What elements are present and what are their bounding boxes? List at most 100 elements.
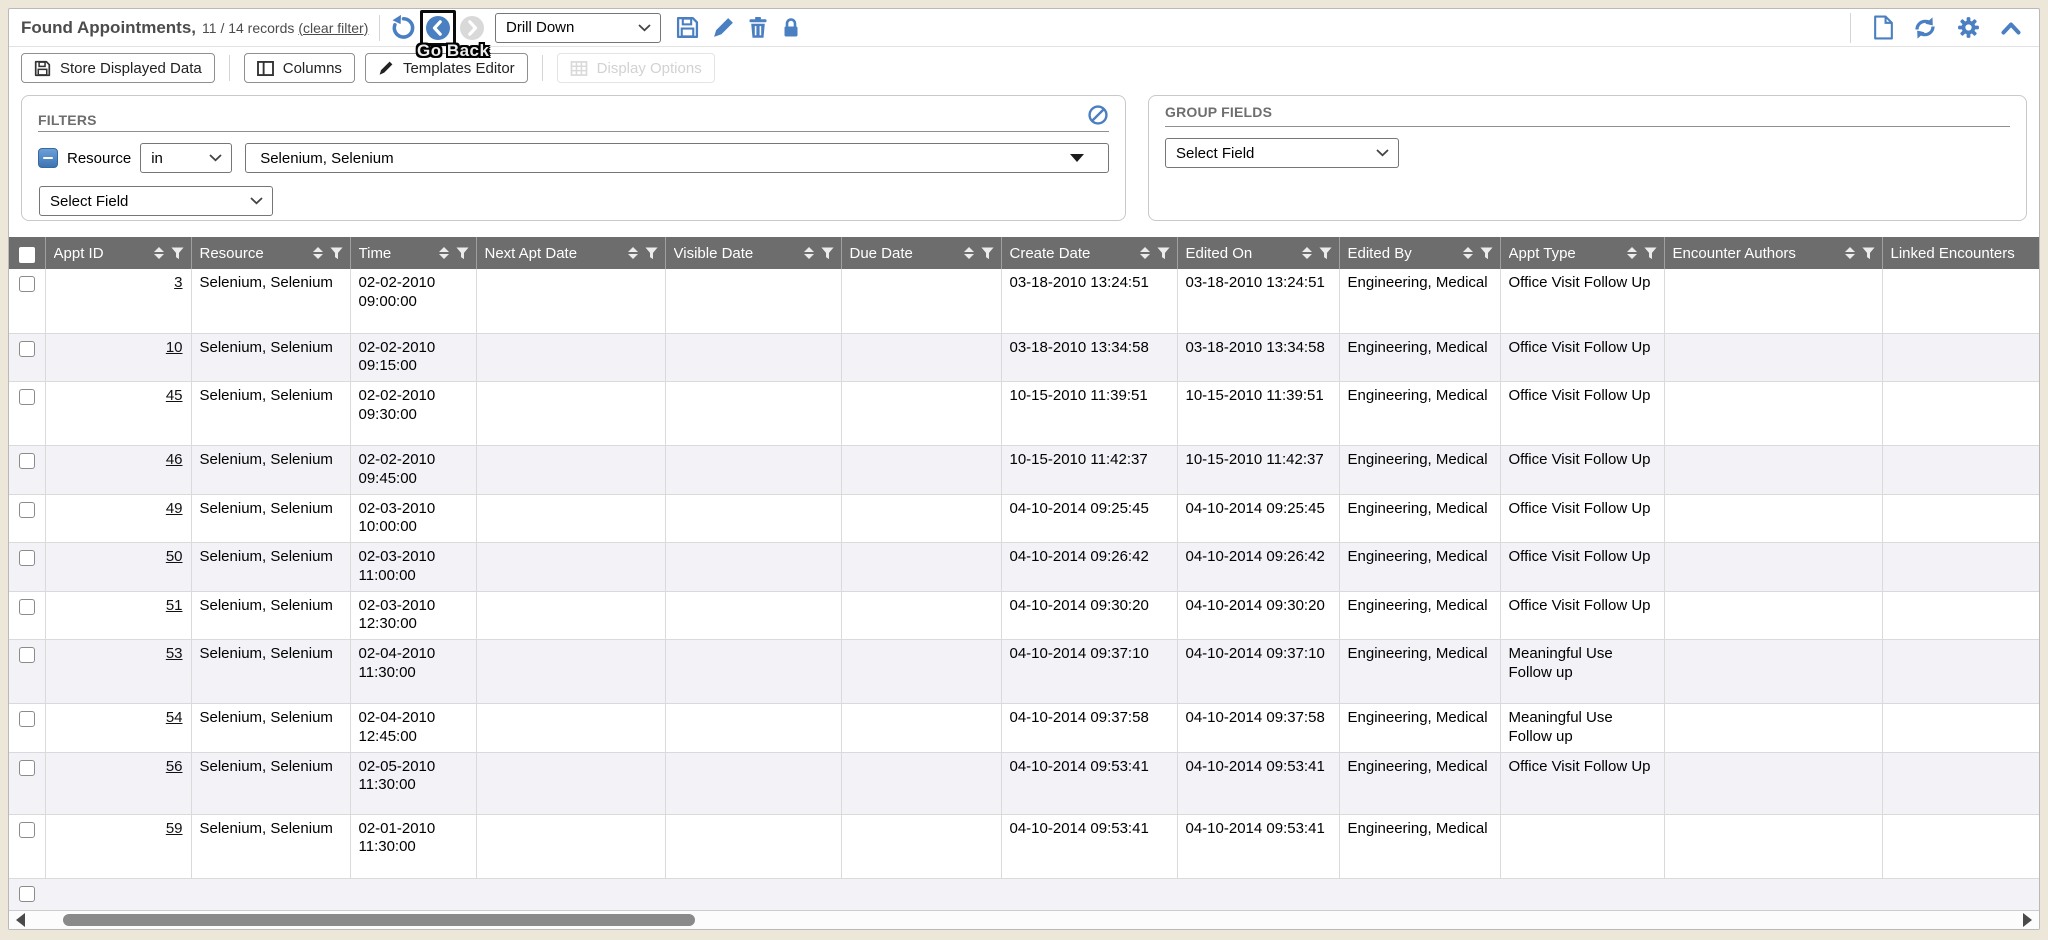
store-displayed-data-button[interactable]: Store Displayed Data — [21, 53, 215, 83]
templates-editor-label: Templates Editor — [403, 60, 515, 77]
filter-value-dropdown[interactable]: Selenium, Selenium — [245, 143, 1109, 173]
edit-template-button[interactable] — [712, 16, 735, 39]
add-filter-field-select[interactable]: Select Field — [39, 186, 273, 216]
display-options-button: Display Options — [557, 53, 715, 83]
column-header-resource[interactable]: Resource — [191, 237, 350, 269]
row-checkbox[interactable] — [19, 886, 35, 902]
sort-icon[interactable] — [804, 247, 814, 259]
table-row: 46Selenium, Selenium02-02-2010 09:45:001… — [9, 446, 2039, 495]
cell-visible_date — [665, 591, 841, 640]
appt-id-link[interactable]: 46 — [166, 451, 183, 468]
column-header-due_date[interactable]: Due Date — [841, 237, 1001, 269]
select-all-header[interactable] — [9, 237, 45, 269]
delete-template-button[interactable] — [748, 16, 768, 39]
appt-id-link[interactable]: 51 — [166, 597, 183, 614]
filter-funnel-icon[interactable] — [1157, 247, 1170, 260]
refresh-button[interactable] — [1912, 15, 1938, 41]
cell-due_date — [841, 543, 1001, 592]
sort-icon[interactable] — [1627, 247, 1637, 259]
filter-funnel-icon[interactable] — [1319, 247, 1332, 260]
row-checkbox[interactable] — [19, 822, 35, 838]
appt-id-link[interactable]: 3 — [174, 274, 182, 291]
row-checkbox[interactable] — [19, 760, 35, 776]
save-template-button[interactable] — [676, 16, 699, 39]
filter-funnel-icon[interactable] — [1862, 247, 1875, 260]
filter-funnel-icon[interactable] — [330, 247, 343, 260]
filter-funnel-icon[interactable] — [1644, 247, 1657, 260]
row-checkbox[interactable] — [19, 389, 35, 405]
scroll-left-arrow[interactable] — [16, 913, 25, 927]
appt-id-link[interactable]: 49 — [166, 500, 183, 517]
filter-funnel-icon[interactable] — [171, 247, 184, 260]
cell-appt_type — [1500, 814, 1664, 878]
column-header-id[interactable]: Appt ID — [45, 237, 191, 269]
lock-template-button[interactable] — [781, 16, 801, 39]
column-header-appt_type[interactable]: Appt Type — [1500, 237, 1664, 269]
appt-id-link[interactable]: 45 — [166, 387, 183, 404]
column-header-next_apt_date[interactable]: Next Apt Date — [476, 237, 665, 269]
appt-id-link[interactable]: 54 — [166, 709, 183, 726]
row-checkbox[interactable] — [19, 647, 35, 663]
sort-icon[interactable] — [628, 247, 638, 259]
row-checkbox[interactable] — [19, 599, 35, 615]
filter-funnel-icon[interactable] — [981, 247, 994, 260]
sort-icon[interactable] — [1845, 247, 1855, 259]
sort-icon[interactable] — [964, 247, 974, 259]
filter-operator-select[interactable]: in — [140, 143, 232, 173]
group-field-select[interactable]: Select Field — [1165, 138, 1399, 168]
template-select[interactable]: Drill Down — [495, 13, 661, 43]
collapse-button[interactable] — [1999, 16, 2023, 40]
column-header-visible_date[interactable]: Visible Date — [665, 237, 841, 269]
undo-button[interactable] — [390, 14, 417, 41]
appt-id-link[interactable]: 56 — [166, 758, 183, 775]
new-document-button[interactable] — [1873, 15, 1894, 40]
row-checkbox[interactable] — [19, 453, 35, 469]
filters-title: FILTERS — [38, 112, 97, 128]
settings-button[interactable] — [1956, 15, 1981, 40]
clear-filter-link[interactable]: (clear filter) — [298, 20, 368, 36]
column-header-time[interactable]: Time — [350, 237, 476, 269]
appt-id-link[interactable]: 53 — [166, 645, 183, 662]
sort-icon[interactable] — [1463, 247, 1473, 259]
appt-id-link[interactable]: 50 — [166, 548, 183, 565]
row-checkbox[interactable] — [19, 502, 35, 518]
cell-edited_on: 04-10-2014 09:37:10 — [1177, 640, 1339, 704]
sort-icon[interactable] — [313, 247, 323, 259]
filter-funnel-icon[interactable] — [645, 247, 658, 260]
select-all-checkbox[interactable] — [19, 247, 35, 263]
filter-funnel-icon[interactable] — [1480, 247, 1493, 260]
go-forward-button[interactable] — [459, 15, 485, 41]
filter-funnel-icon[interactable] — [456, 247, 469, 260]
sort-icon[interactable] — [154, 247, 164, 259]
appt-id-link[interactable]: 59 — [166, 820, 183, 837]
row-checkbox[interactable] — [19, 341, 35, 357]
go-back-button[interactable] — [425, 15, 451, 41]
cell-resource: Selenium, Selenium — [191, 704, 350, 753]
remove-filter-button[interactable] — [38, 148, 58, 168]
cell-id: 54 — [45, 704, 191, 753]
clear-filters-button[interactable] — [1087, 104, 1109, 126]
filter-funnel-icon[interactable] — [821, 247, 834, 260]
column-header-create_date[interactable]: Create Date — [1001, 237, 1177, 269]
scrollbar-thumb[interactable] — [63, 914, 695, 926]
sort-icon[interactable] — [1302, 247, 1312, 259]
sort-icon[interactable] — [1140, 247, 1150, 259]
row-checkbox[interactable] — [19, 276, 35, 292]
column-header-encounter_authors[interactable]: Encounter Authors — [1664, 237, 1882, 269]
scrollbar-track[interactable] — [25, 911, 2023, 929]
row-checkbox[interactable] — [19, 711, 35, 727]
column-header-linked_encounters[interactable]: Linked Encounters — [1882, 237, 2039, 269]
column-header-edited_on[interactable]: Edited On — [1177, 237, 1339, 269]
group-field-value: Select Field — [1176, 145, 1254, 162]
sort-icon[interactable] — [439, 247, 449, 259]
cell-create_date: 10-15-2010 11:42:37 — [1001, 446, 1177, 495]
appointments-grid: Appt IDResourceTimeNext Apt DateVisible … — [9, 237, 2039, 918]
appt-id-link[interactable]: 10 — [166, 339, 183, 356]
columns-button[interactable]: Columns — [244, 53, 355, 83]
column-label: Linked Encounters — [1891, 245, 2015, 262]
cell-next_apt_date — [476, 333, 665, 382]
column-header-edited_by[interactable]: Edited By — [1339, 237, 1500, 269]
row-checkbox[interactable] — [19, 550, 35, 566]
scroll-right-arrow[interactable] — [2023, 913, 2032, 927]
table-header-row: Appt IDResourceTimeNext Apt DateVisible … — [9, 237, 2039, 269]
